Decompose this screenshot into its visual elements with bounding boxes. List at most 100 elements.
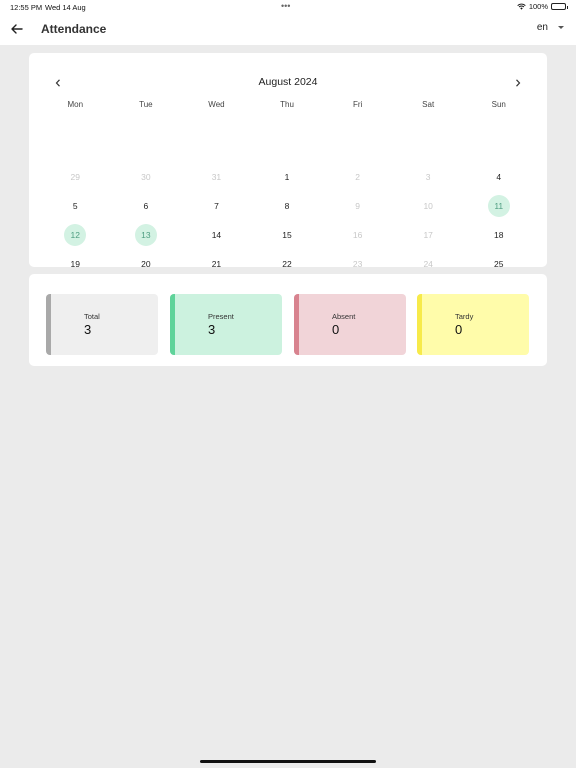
calendar-day-number: 23 bbox=[352, 259, 363, 269]
calendar-day-number: 11 bbox=[487, 195, 510, 217]
calendar-day[interactable]: 8 bbox=[252, 194, 323, 218]
stat-accent-bar bbox=[46, 294, 51, 355]
calendar-day-number: 22 bbox=[282, 259, 292, 269]
page-title: Attendance bbox=[41, 22, 107, 36]
calendar-day[interactable]: 20 bbox=[111, 252, 182, 276]
weekday-label: Thu bbox=[280, 100, 294, 109]
calendar-day-number: 2 bbox=[355, 172, 360, 182]
calendar-day-number: 29 bbox=[70, 172, 81, 182]
calendar-day-number: 20 bbox=[141, 259, 151, 269]
status-time: 12:55 PM bbox=[10, 3, 43, 12]
calendar-day-number: 19 bbox=[70, 259, 81, 269]
weekday-label: Fri bbox=[352, 100, 363, 109]
stat-value: 0 bbox=[332, 322, 340, 337]
stat-accent-bar bbox=[294, 294, 299, 355]
stat-value: 3 bbox=[208, 322, 216, 337]
calendar-day[interactable]: 25 bbox=[463, 252, 534, 276]
stat-accent-bar bbox=[170, 294, 175, 355]
calendar-day-number: 7 bbox=[214, 201, 219, 211]
stat-accent-bar bbox=[417, 294, 422, 355]
calendar-day[interactable]: 6 bbox=[111, 194, 182, 218]
stat-absent: Absent 0 bbox=[294, 294, 406, 355]
calendar-day-present[interactable]: 11 bbox=[463, 194, 534, 218]
calendar-day[interactable]: 14 bbox=[181, 223, 252, 247]
calendar-day-disabled[interactable]: 3 bbox=[393, 165, 464, 189]
calendar-day-number: 6 bbox=[143, 201, 149, 211]
weekday-label: Sat bbox=[422, 100, 435, 109]
chevron-down-icon bbox=[558, 26, 564, 29]
calendar-header: August 2024 bbox=[29, 75, 547, 91]
weekday-label: Sun bbox=[491, 100, 506, 109]
calendar-day-number: 21 bbox=[211, 259, 222, 269]
calendar-day-present[interactable]: 13 bbox=[111, 223, 182, 247]
status-right: 100% bbox=[517, 2, 568, 11]
calendar-day-number: 31 bbox=[211, 172, 222, 182]
calendar-card: August 2024 Mon Tue Wed Thu Fri Sat Sun … bbox=[29, 53, 547, 298]
wifi-icon bbox=[517, 3, 526, 10]
calendar-day-disabled[interactable]: 10 bbox=[393, 194, 464, 218]
calendar-day-number: 5 bbox=[72, 201, 78, 211]
calendar-day-disabled[interactable]: 29 bbox=[40, 165, 111, 189]
battery-percent: 100% bbox=[528, 2, 548, 11]
calendar-month-label: August 2024 bbox=[258, 76, 318, 88]
status-bar: 12:55 PM Wed 14 Aug ••• 100% bbox=[0, 0, 576, 14]
calendar-day[interactable]: 1 bbox=[252, 165, 323, 189]
calendar-day-number: 14 bbox=[211, 230, 222, 240]
next-month-button[interactable] bbox=[510, 75, 526, 91]
stat-value: 0 bbox=[455, 322, 463, 337]
calendar-day-present[interactable]: 12 bbox=[40, 223, 111, 247]
weekday-label: Tue bbox=[139, 100, 153, 109]
back-button[interactable] bbox=[8, 20, 26, 38]
stat-label: Total bbox=[84, 312, 100, 321]
chevron-left-icon bbox=[55, 79, 60, 87]
calendar-day-number: 1 bbox=[284, 172, 290, 182]
calendar-day[interactable]: 19 bbox=[40, 252, 111, 276]
calendar-day-disabled[interactable]: 17 bbox=[393, 223, 464, 247]
stat-present: Present 3 bbox=[170, 294, 282, 355]
calendar-day-disabled[interactable]: 23 bbox=[322, 252, 393, 276]
home-indicator[interactable] bbox=[200, 760, 376, 763]
weekday-header: Mon Tue Wed Thu Fri Sat Sun bbox=[40, 100, 534, 112]
battery-icon bbox=[551, 3, 568, 10]
calendar-day-number: 4 bbox=[496, 172, 502, 182]
calendar-day[interactable]: 18 bbox=[463, 223, 534, 247]
weekday-label: Wed bbox=[208, 100, 225, 109]
calendar-day-number: 16 bbox=[352, 230, 363, 240]
calendar-day-disabled[interactable]: 30 bbox=[111, 165, 182, 189]
app-bar: Attendance en bbox=[0, 14, 576, 45]
calendar-day[interactable]: 5 bbox=[40, 194, 111, 218]
calendar-day[interactable]: 15 bbox=[252, 223, 323, 247]
calendar-day-number: 18 bbox=[494, 230, 504, 240]
calendar-day[interactable]: 7 bbox=[181, 194, 252, 218]
multitasking-dots-icon[interactable]: ••• bbox=[281, 1, 290, 11]
calendar-day[interactable]: 21 bbox=[181, 252, 252, 276]
calendar-day-number: 25 bbox=[494, 259, 504, 269]
language-label: en bbox=[536, 22, 548, 33]
weekday-label: Mon bbox=[67, 100, 84, 109]
calendar-day-number: 3 bbox=[425, 172, 431, 182]
calendar-day-number: 30 bbox=[141, 172, 151, 182]
calendar-day-disabled[interactable]: 31 bbox=[181, 165, 252, 189]
previous-month-button[interactable] bbox=[50, 75, 66, 91]
calendar-day-number: 17 bbox=[423, 230, 433, 240]
calendar-day[interactable]: 4 bbox=[463, 165, 534, 189]
calendar-day[interactable]: 22 bbox=[252, 252, 323, 276]
calendar-day-disabled[interactable]: 9 bbox=[322, 194, 393, 218]
language-selector[interactable]: en bbox=[537, 22, 564, 33]
calendar-day-number: 10 bbox=[423, 201, 433, 211]
calendar-day-disabled[interactable]: 16 bbox=[322, 223, 393, 247]
calendar-week-row: 29 30 31 1 2 3 4 bbox=[40, 165, 534, 189]
calendar-day-number: 13 bbox=[134, 224, 157, 246]
calendar-day-number: 12 bbox=[64, 224, 87, 246]
calendar-week-row: 5 6 7 8 9 10 11 bbox=[40, 194, 534, 218]
stat-label: Tardy bbox=[455, 312, 474, 321]
stat-value: 3 bbox=[84, 322, 92, 337]
status-date: Wed 14 Aug bbox=[45, 3, 86, 12]
calendar-day-disabled[interactable]: 24 bbox=[393, 252, 464, 276]
calendar-day-number: 24 bbox=[423, 259, 433, 269]
attendance-summary-card: Total 3 Present 3 Absent 0 Tardy 0 bbox=[29, 274, 547, 366]
chevron-right-icon bbox=[516, 79, 521, 87]
calendar-day-number: 15 bbox=[282, 230, 292, 240]
stat-tardy: Tardy 0 bbox=[417, 294, 529, 355]
calendar-day-disabled[interactable]: 2 bbox=[322, 165, 393, 189]
